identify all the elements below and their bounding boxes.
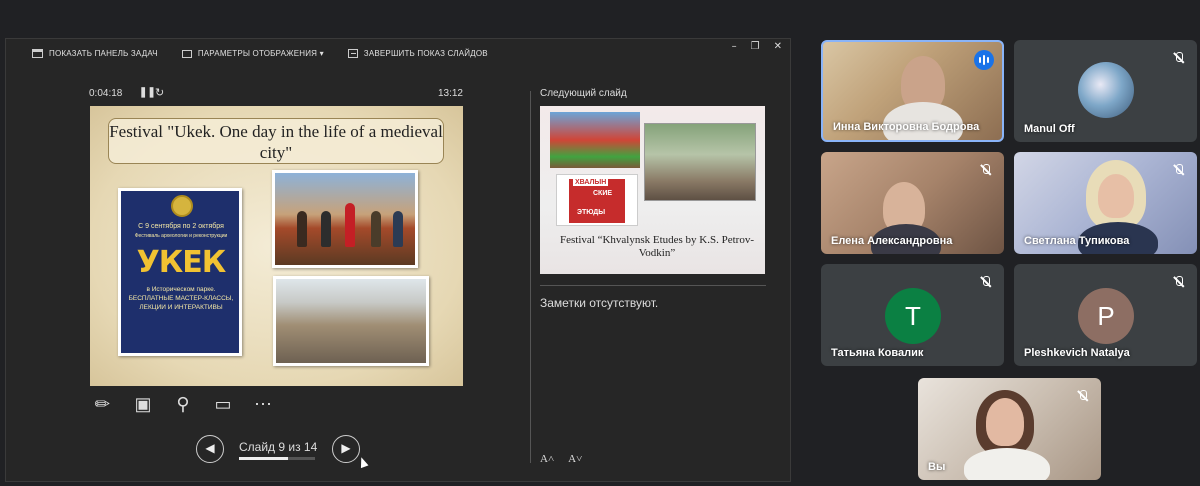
speaking-indicator-icon	[974, 50, 994, 70]
poster-headline: УКЕК	[136, 245, 227, 280]
participant-name: Инна Викторовна Бодрова	[833, 121, 980, 133]
black-screen-button[interactable]: ▭	[212, 393, 234, 415]
next-slide-photo-street	[550, 112, 640, 168]
mic-off-icon	[978, 274, 994, 290]
participant-tile-elena[interactable]: Елена Александровна	[821, 152, 1004, 254]
zoom-button[interactable]: ⚲	[172, 393, 194, 415]
participant-tile-tatyana[interactable]: T Татьяна Ковалик	[821, 264, 1004, 366]
poster-description: в Историческом парке. БЕСПЛАТНЫЕ МАСТЕР-…	[128, 286, 234, 311]
poster-date: С 9 сентября по 2 октября	[138, 223, 224, 230]
performer-figure	[371, 211, 381, 247]
show-taskbar-button[interactable]: ПОКАЗАТЬ ПАНЕЛЬ ЗАДАЧ	[32, 49, 158, 58]
slide-tools: ✎ ▣ ⚲ ▭ ⋯	[90, 391, 274, 417]
mic-off-icon	[1171, 274, 1187, 290]
current-slide[interactable]: Festival "Ukek. One day in the life of a…	[90, 106, 463, 386]
participant-avatar	[1078, 62, 1134, 118]
slide-navigation: ◀ Слайд 9 из 14 ▶	[196, 435, 360, 463]
presenter-view-window: – ❐ ✕ ПОКАЗАТЬ ПАНЕЛЬ ЗАДАЧ ПАРАМЕТРЫ ОТ…	[5, 38, 791, 482]
mic-off-icon	[1075, 388, 1091, 404]
participant-avatar: P	[1078, 288, 1134, 344]
display-settings-icon	[181, 49, 192, 58]
performer-figure	[297, 211, 307, 247]
more-options-button[interactable]: ⋯	[252, 393, 274, 415]
logo-text-line3: ЭТЮДЫ	[577, 209, 606, 216]
restart-timer-button[interactable]: ↻	[155, 86, 164, 99]
mic-off-icon	[1171, 50, 1187, 66]
end-slideshow-label: ЗАВЕРШИТЬ ПОКАЗ СЛАЙДОВ	[363, 49, 488, 58]
mouse-cursor-icon	[357, 455, 369, 469]
decrease-font-button[interactable]: A˅	[568, 453, 582, 465]
participant-name: Елена Александровна	[831, 235, 953, 247]
pause-timer-button[interactable]: ❚❚	[139, 87, 156, 98]
display-settings-label: ПАРАМЕТРЫ ОТОБРАЖЕНИЯ ▾	[197, 49, 324, 58]
participant-face	[1098, 174, 1134, 218]
panel-divider[interactable]	[530, 91, 531, 463]
chevron-right-icon: ▶	[341, 441, 351, 455]
participant-name: Manul Off	[1024, 123, 1075, 135]
display-settings-button[interactable]: ПАРАМЕТРЫ ОТОБРАЖЕНИЯ ▾	[181, 49, 324, 58]
more-icon: ⋯	[254, 394, 272, 414]
participant-name: Pleshkevich Natalya	[1024, 347, 1130, 359]
chevron-left-icon: ◀	[205, 441, 215, 455]
performer-figure	[345, 203, 355, 247]
participant-name: Вы	[928, 461, 946, 473]
performer-figure	[321, 211, 331, 247]
performers-photo	[272, 170, 418, 268]
end-slideshow-button[interactable]: ЗАВЕРШИТЬ ПОКАЗ СЛАЙДОВ	[347, 49, 488, 58]
participant-name: Светлана Тупикова	[1024, 235, 1130, 247]
show-taskbar-label: ПОКАЗАТЬ ПАНЕЛЬ ЗАДАЧ	[49, 49, 158, 58]
notes-divider[interactable]	[540, 285, 766, 286]
slide-progress-bar	[239, 457, 315, 460]
participant-tile-self[interactable]: Вы	[918, 378, 1101, 480]
restore-button[interactable]: ❐	[751, 41, 760, 52]
screen-toggle-icon: ▭	[214, 394, 232, 414]
close-button[interactable]: ✕	[774, 41, 782, 52]
participant-tile-manul[interactable]: Manul Off	[1014, 40, 1197, 142]
end-slideshow-icon	[347, 49, 358, 58]
slide-title: Festival "Ukek. One day in the life of a…	[108, 118, 444, 164]
next-slide-photo-paintings	[644, 123, 756, 201]
next-slide-button[interactable]: ▶	[332, 435, 360, 463]
next-slide-preview[interactable]: ХВАЛЫН СКИЕ ЭТЮДЫ Festival “Khvalynsk Et…	[540, 106, 765, 274]
increase-font-button[interactable]: A˄	[540, 453, 554, 465]
pen-tool-button[interactable]: ✎	[90, 391, 116, 417]
participant-tile-pleshkevich[interactable]: P Pleshkevich Natalya	[1014, 264, 1197, 366]
participant-tile-inna[interactable]: Инна Викторовна Бодрова	[821, 40, 1004, 142]
see-all-slides-button[interactable]: ▣	[132, 393, 154, 415]
current-time: 13:12	[437, 88, 463, 99]
presenter-toolbar: ПОКАЗАТЬ ПАНЕЛЬ ЗАДАЧ ПАРАМЕТРЫ ОТОБРАЖЕ…	[32, 49, 488, 58]
previous-slide-button[interactable]: ◀	[196, 435, 224, 463]
crowd-photo	[273, 276, 429, 366]
elapsed-time: 0:04:18	[89, 88, 123, 99]
notes-font-controls: A˄ A˅	[540, 453, 582, 465]
poster-emblem-icon	[171, 195, 193, 217]
poster-subtitle: Фестиваль археологии и реконструкции	[134, 233, 228, 239]
logo-text-line2: СКИЕ	[593, 190, 613, 197]
logo-text-line1: ХВАЛЫН	[573, 179, 609, 186]
participant-name: Татьяна Ковалик	[831, 347, 924, 359]
participant-avatar: T	[885, 288, 941, 344]
festival-poster-image: С 9 сентября по 2 октября Фестиваль архе…	[118, 188, 242, 356]
mic-off-icon	[978, 162, 994, 178]
mic-off-icon	[1171, 162, 1187, 178]
minimize-button[interactable]: –	[732, 41, 737, 52]
taskbar-icon	[32, 49, 43, 58]
participant-tile-svetlana[interactable]: Светлана Тупикова	[1014, 152, 1197, 254]
participant-shoulders	[964, 448, 1050, 480]
next-slide-caption: Festival “Khvalynsk Etudes by K.S. Petro…	[559, 234, 754, 259]
pen-icon: ✎	[90, 391, 116, 417]
speaker-notes[interactable]: Заметки отсутствуют.	[540, 296, 658, 310]
window-controls: – ❐ ✕	[732, 41, 782, 52]
slide-counter: Слайд 9 из 14	[239, 440, 318, 454]
participant-face	[986, 398, 1024, 446]
khvalynsk-etudes-logo: ХВАЛЫН СКИЕ ЭТЮДЫ	[556, 174, 638, 226]
performer-figure	[393, 211, 403, 247]
slides-grid-icon: ▣	[134, 394, 152, 414]
next-slide-label: Следующий слайд	[540, 88, 627, 99]
slide-progress-fill	[239, 457, 288, 460]
magnifier-icon: ⚲	[176, 394, 190, 414]
